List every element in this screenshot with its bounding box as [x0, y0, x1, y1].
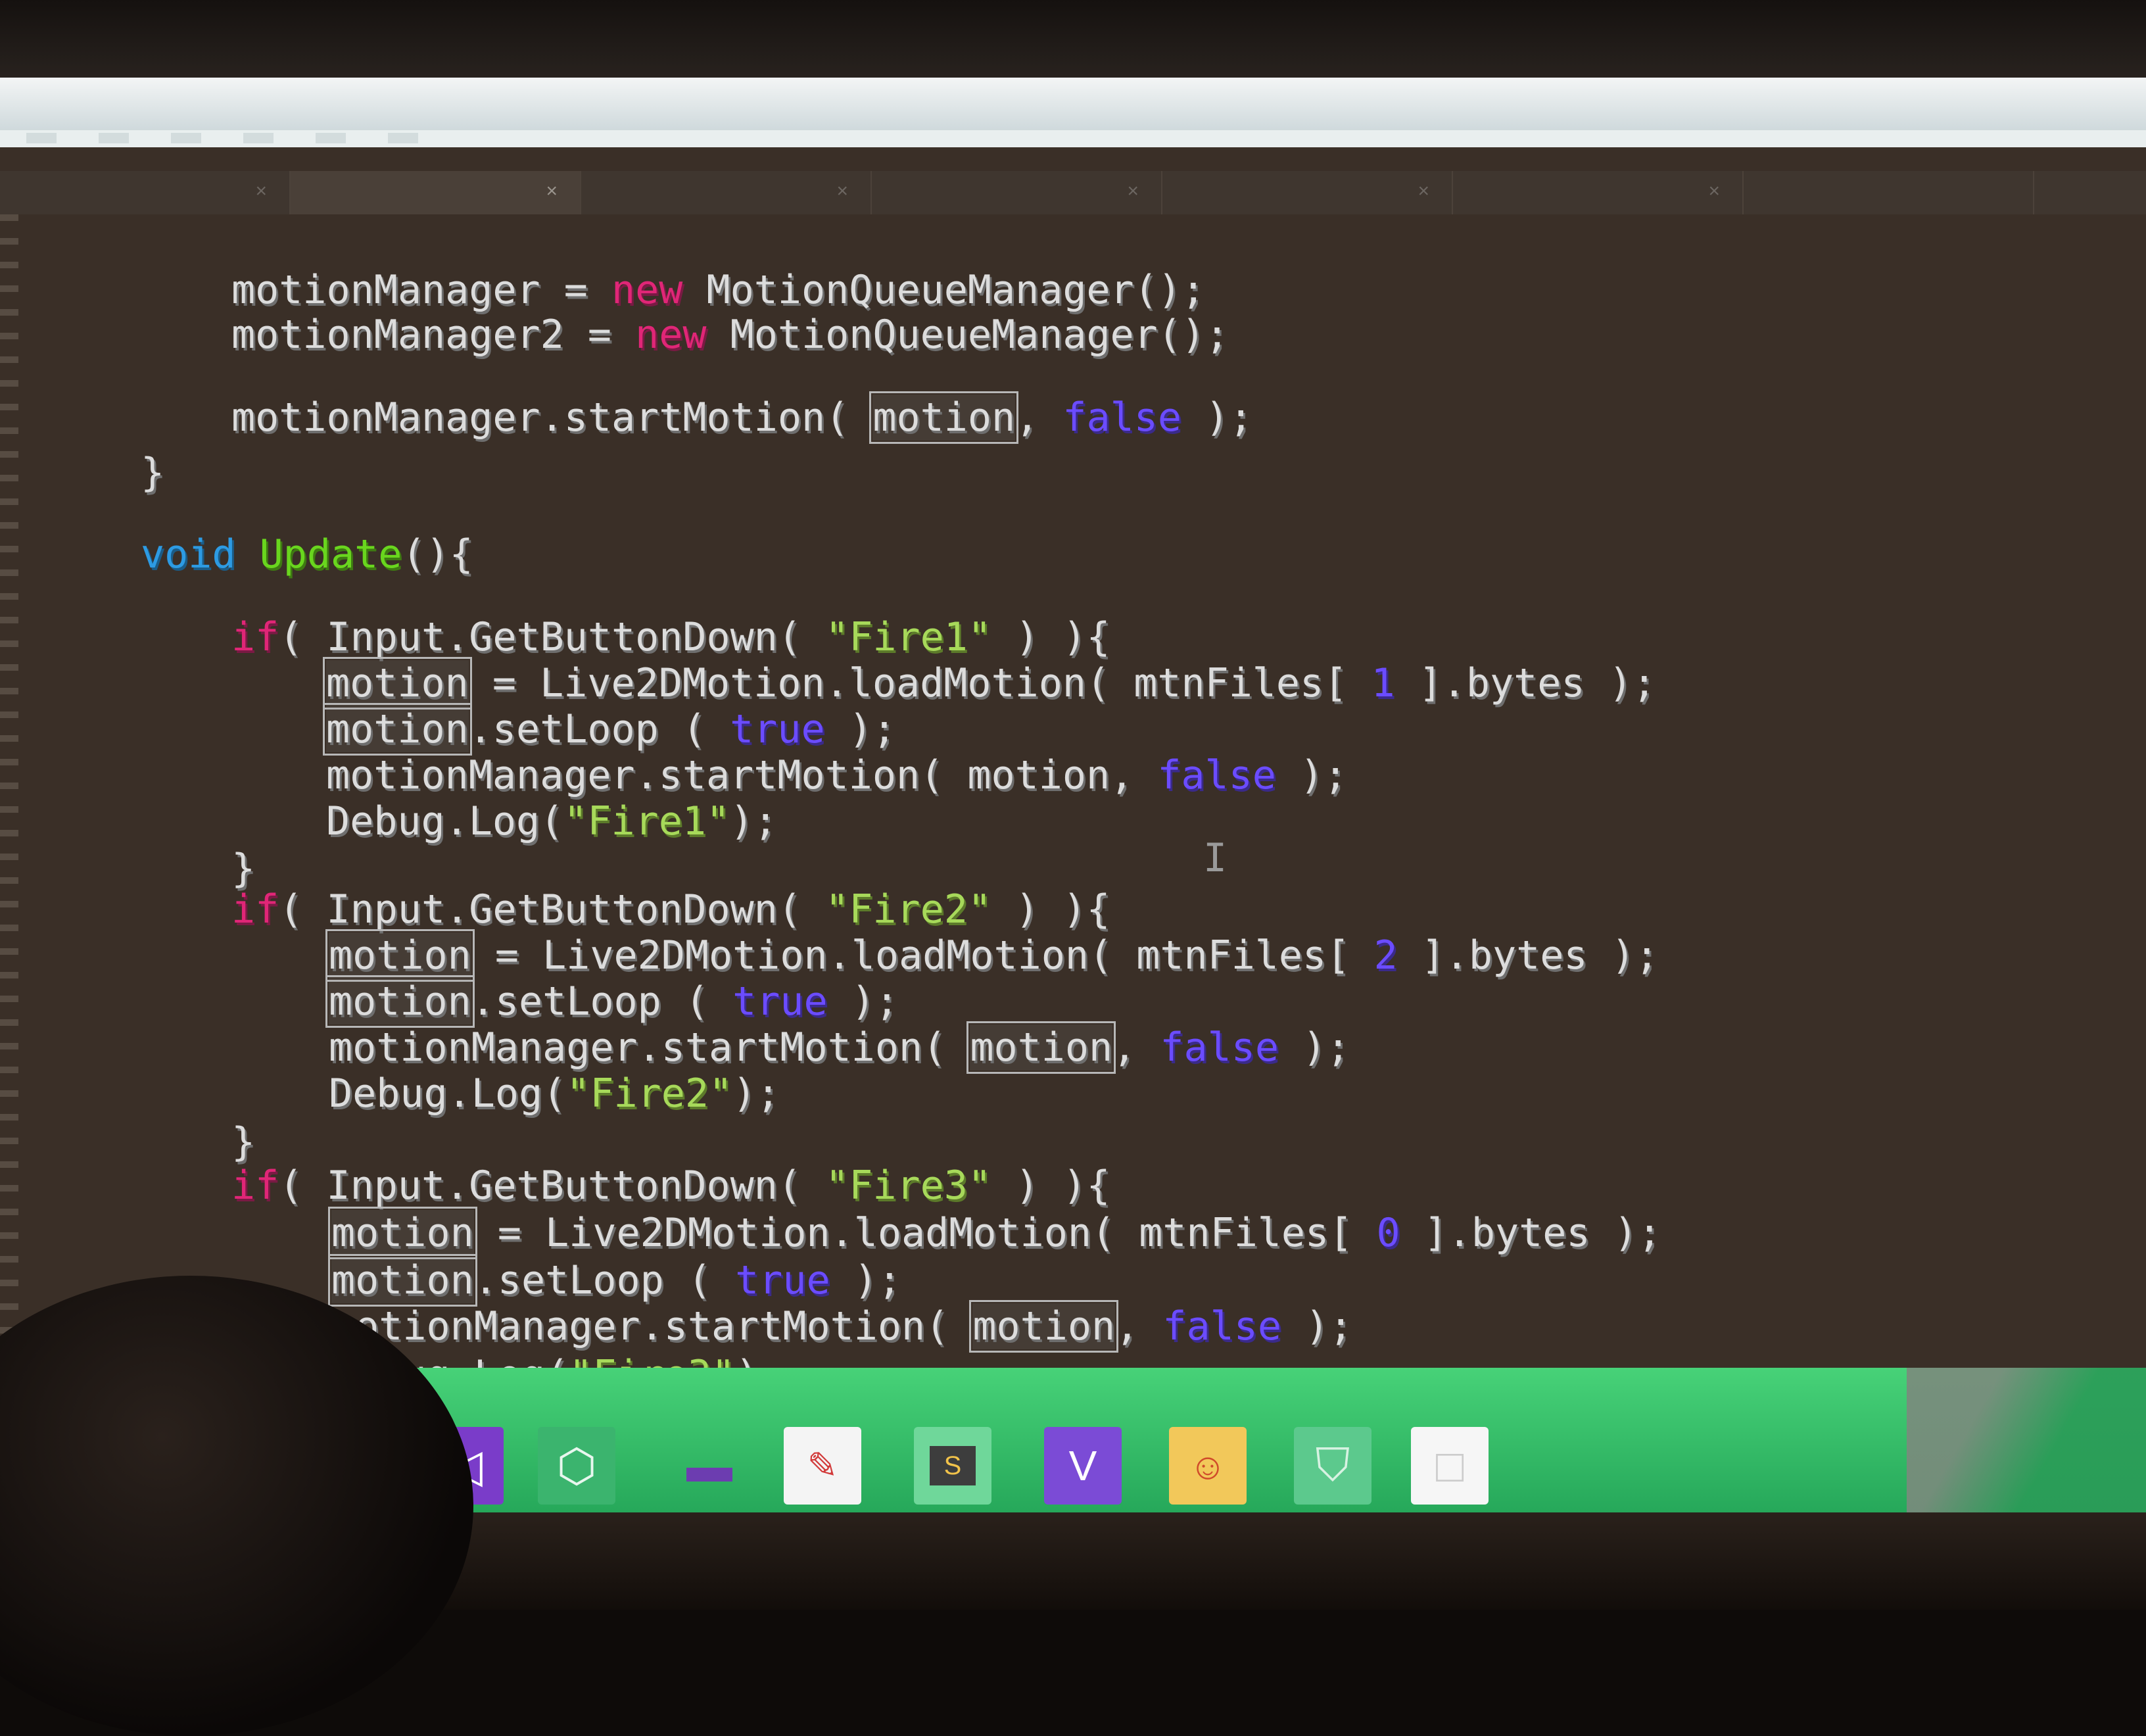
- code-line: motionManager.startMotion( motion, false…: [326, 752, 1348, 798]
- code-line: motion.setLoop ( true );: [328, 1254, 901, 1307]
- taskbar-tray: [1907, 1368, 2146, 1512]
- unity-icon[interactable]: ⬡: [538, 1427, 615, 1505]
- code-line: motionManager.startMotion( motion, false…: [231, 391, 1253, 444]
- highlighted-symbol: motion: [969, 1300, 1119, 1353]
- code-line: if( Input.GetButtonDown( "Fire2" ) ){: [231, 886, 1110, 932]
- code-line: void Update(){: [141, 531, 473, 577]
- code-line: motion.setLoop ( true );: [323, 703, 896, 756]
- highlighted-symbol: motion: [328, 1207, 477, 1259]
- code-line: if( Input.GetButtonDown( "Fire1" ) ){: [231, 614, 1110, 660]
- code-line: }: [231, 846, 256, 892]
- shield-icon[interactable]: ⛉: [1294, 1427, 1371, 1505]
- vim-icon[interactable]: V: [1044, 1427, 1122, 1505]
- paint-icon[interactable]: ✎: [784, 1427, 861, 1505]
- app-icon[interactable]: ▬: [671, 1427, 748, 1505]
- game-app-icon[interactable]: ☺: [1169, 1427, 1247, 1505]
- code-line: motionManager.startMotion( motion, false…: [329, 1021, 1350, 1074]
- highlighted-symbol: motion: [325, 975, 475, 1028]
- highlighted-symbol: motion: [323, 703, 472, 756]
- code-line: motion = Live2DMotion.loadMotion( mtnFil…: [325, 929, 1659, 982]
- code-line: motion.setLoop ( true );: [325, 975, 899, 1028]
- code-line: motionManager2 = new MotionQueueManager(…: [231, 312, 1229, 358]
- text-cursor-icon: I: [1203, 835, 1228, 881]
- sublime-text-icon[interactable]: S: [914, 1427, 991, 1505]
- highlighted-symbol: motion: [325, 929, 475, 982]
- code-line: motion = Live2DMotion.loadMotion( mtnFil…: [328, 1207, 1661, 1259]
- code-line: Debug.Log("Fire2");: [329, 1071, 780, 1117]
- code-line: motion = Live2DMotion.loadMotion( mtnFil…: [323, 657, 1656, 710]
- code-line: Debug.Log("Fire1");: [326, 798, 778, 844]
- highlighted-symbol: motion: [966, 1021, 1116, 1074]
- highlighted-symbol: motion: [328, 1254, 477, 1307]
- code-line: motionManager.startMotion( motion, false…: [331, 1300, 1353, 1353]
- code-line: }: [231, 1119, 256, 1165]
- highlighted-symbol: motion: [323, 657, 472, 710]
- code-line: if( Input.GetButtonDown( "Fire3" ) ){: [231, 1163, 1110, 1209]
- highlighted-symbol: motion: [869, 391, 1019, 444]
- code-line: }: [141, 450, 165, 496]
- room-background-top: [0, 0, 2146, 85]
- blank-app-icon[interactable]: □: [1411, 1427, 1489, 1505]
- code-line: motionManager = new MotionQueueManager()…: [231, 267, 1206, 313]
